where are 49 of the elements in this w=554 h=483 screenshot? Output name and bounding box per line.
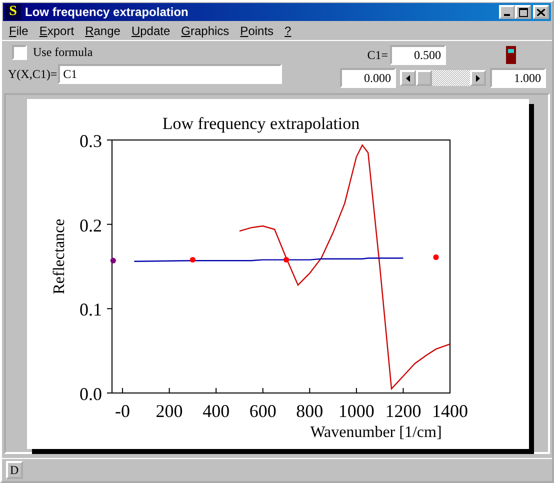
menu-item[interactable]: File <box>4 24 34 38</box>
menu-item[interactable]: Graphics <box>176 24 236 38</box>
formula-label: Y(X,C1)= <box>8 66 58 82</box>
checkbox-label: Use formula <box>33 45 93 60</box>
menu-item[interactable]: Update <box>126 24 176 38</box>
x-tick-label: 400 <box>202 401 230 421</box>
x-tick-label: 600 <box>249 401 276 421</box>
data-point <box>110 258 116 264</box>
x-tick-label: 200 <box>156 401 183 421</box>
formula-field[interactable]: C1 <box>58 64 282 84</box>
x-axis-label: Wavenumber [1/cm] <box>310 424 442 441</box>
maximum-field[interactable]: 1.000 <box>490 68 546 88</box>
y-axis-label: Reflectance <box>51 218 68 294</box>
checkbox[interactable] <box>12 45 27 60</box>
y-tick-label: 0.2 <box>80 215 102 236</box>
maximize-icon <box>518 8 528 16</box>
close-icon <box>537 8 545 16</box>
x-tick-label: 1400 <box>432 401 468 421</box>
c1-label: C1= <box>367 48 388 62</box>
app-icon[interactable]: S <box>5 4 21 20</box>
x-tick-label: -0 <box>115 401 130 421</box>
x-tick-label: 800 <box>296 401 324 421</box>
right-triangle-icon <box>476 74 480 82</box>
window-title: Low frequency extrapolation <box>25 5 190 19</box>
x-tick-label: 1200 <box>385 401 422 421</box>
scroll-bar[interactable] <box>400 70 486 86</box>
menu-item[interactable]: ? <box>280 24 298 38</box>
menu-item[interactable]: Range <box>80 24 126 38</box>
scroll-thumb[interactable] <box>416 70 432 86</box>
data-point <box>283 256 290 263</box>
maximize-button[interactable] <box>515 5 531 19</box>
minimum-field[interactable]: 0.000 <box>340 68 396 88</box>
data-point <box>190 256 196 263</box>
y-tick-label: 0.1 <box>80 300 102 320</box>
chart-title: Low frequency extrapolation <box>162 114 360 133</box>
c1-field[interactable]: 0.500 <box>390 45 446 65</box>
close-button[interactable] <box>533 5 549 19</box>
menu-item[interactable]: Export <box>34 24 80 38</box>
y-tick-label: 0.3 <box>80 131 102 151</box>
right-arrow-button[interactable] <box>470 70 486 86</box>
x-tick-label: 1000 <box>338 401 374 421</box>
menu-item[interactable]: Points <box>235 24 280 38</box>
y-tick-label: 0.0 <box>80 384 102 404</box>
data-point <box>433 254 439 260</box>
left-arrow-button[interactable] <box>400 70 416 86</box>
door-icon[interactable] <box>506 46 516 64</box>
d-button[interactable]: D <box>6 461 23 479</box>
minimize-button[interactable] <box>499 5 515 19</box>
left-triangle-icon <box>406 74 410 82</box>
